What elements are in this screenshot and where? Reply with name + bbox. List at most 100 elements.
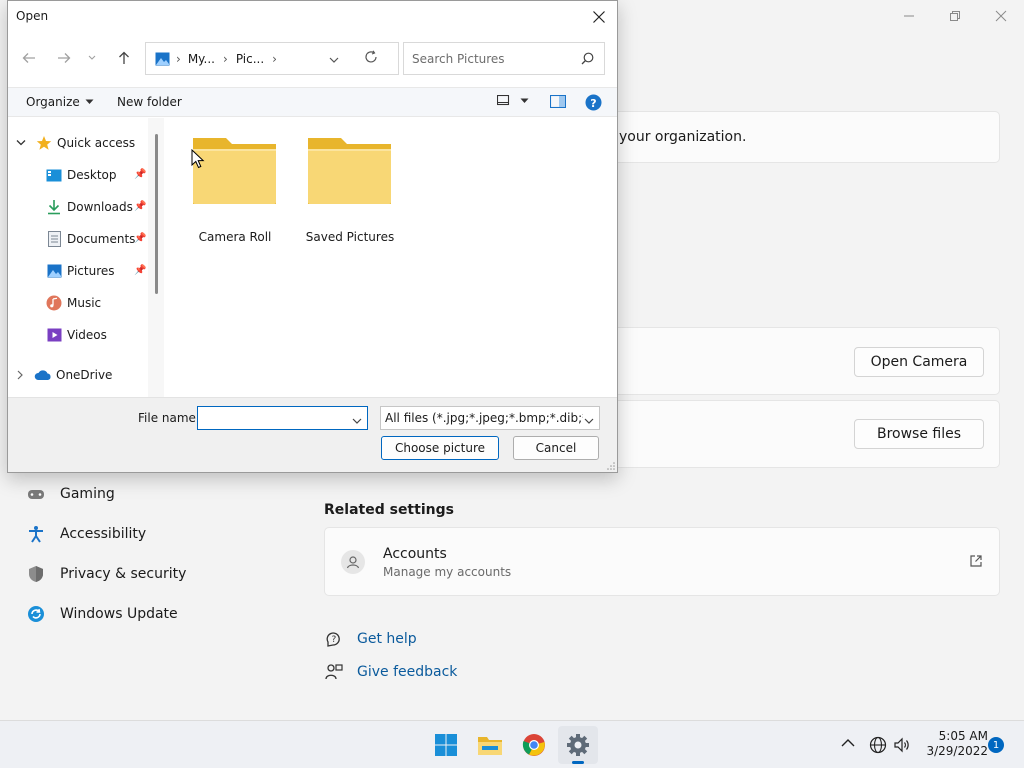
- give-feedback-link[interactable]: Give feedback: [324, 663, 457, 681]
- tree-item-desktop[interactable]: Desktop: [45, 164, 117, 186]
- chevron-down-icon: [329, 57, 339, 63]
- chevron-down-icon: [16, 140, 26, 146]
- tree-item-downloads[interactable]: Downloads: [45, 196, 133, 218]
- breadcrumb-pictures[interactable]: Pic...: [236, 52, 264, 66]
- close-icon: [995, 10, 1007, 22]
- folder-icon: [308, 138, 391, 204]
- file-name-input[interactable]: [202, 408, 347, 428]
- dialog-titlebar[interactable]: Open: [8, 1, 617, 33]
- tree-item-onedrive[interactable]: OneDrive: [16, 364, 112, 386]
- file-name-combobox[interactable]: [197, 406, 368, 430]
- close-icon: [593, 11, 605, 23]
- folder-item-saved-pictures[interactable]: Saved Pictures: [300, 136, 400, 244]
- tree-item-label: Downloads: [67, 200, 133, 214]
- preview-pane-icon: [549, 94, 567, 109]
- file-type-select[interactable]: All files (*.jpg;*.jpeg;*.bmp;*.dib;*.pn…: [380, 406, 600, 430]
- help-icon: ?: [585, 94, 602, 111]
- document-icon: [45, 231, 63, 247]
- organization-text: your organization.: [619, 129, 747, 145]
- arrow-up-icon: [119, 51, 129, 64]
- external-link-icon: [969, 554, 983, 572]
- accounts-card[interactable]: Accounts Manage my accounts: [324, 527, 1000, 596]
- search-input[interactable]: [412, 51, 577, 66]
- file-name-label: File name:: [138, 411, 200, 425]
- chrome-icon: [522, 734, 545, 756]
- network-icon[interactable]: [869, 736, 887, 758]
- minimize-button[interactable]: [886, 0, 932, 32]
- shield-icon: [26, 564, 46, 584]
- navigation-scrollbar[interactable]: [148, 118, 164, 397]
- forward-button[interactable]: [53, 47, 75, 69]
- address-dropdown-button[interactable]: [329, 53, 339, 67]
- choose-picture-button[interactable]: Choose picture: [381, 436, 499, 460]
- tree-item-videos[interactable]: Videos: [45, 324, 107, 346]
- taskbar-chrome[interactable]: [514, 726, 554, 764]
- recent-locations-button[interactable]: [85, 47, 99, 69]
- new-folder-button[interactable]: New folder: [117, 95, 182, 109]
- get-help-link[interactable]: ? Get help: [324, 630, 417, 648]
- minimize-icon: [904, 15, 914, 17]
- restore-button[interactable]: [932, 0, 978, 32]
- active-app-indicator: [572, 761, 584, 764]
- update-icon: [26, 604, 46, 624]
- music-icon: [45, 295, 63, 311]
- nav-item-accessibility[interactable]: Accessibility: [26, 519, 146, 549]
- show-hidden-icons-button[interactable]: [841, 737, 855, 752]
- dialog-footer: File name: All files (*.jpg;*.jpeg;*.bmp…: [8, 397, 617, 472]
- tree-item-quick-access[interactable]: Quick access: [16, 132, 135, 154]
- open-camera-button[interactable]: Open Camera: [854, 347, 984, 377]
- taskbar-settings[interactable]: [558, 726, 598, 764]
- tree-item-label: Desktop: [67, 168, 117, 182]
- search-box[interactable]: [403, 42, 605, 75]
- cancel-button[interactable]: Cancel: [513, 436, 599, 460]
- desktop-icon: [45, 167, 63, 183]
- file-list: Camera Roll Saved Pictures: [164, 118, 617, 397]
- dialog-title: Open: [16, 9, 49, 23]
- resize-grip-icon[interactable]: [607, 462, 615, 470]
- up-button[interactable]: [113, 47, 135, 69]
- chevron-down-icon: [88, 55, 96, 60]
- nav-item-windows-update[interactable]: Windows Update: [26, 599, 178, 629]
- pictures-location-icon: [155, 52, 170, 66]
- breadcrumb-my-pictures[interactable]: My...: [188, 52, 215, 66]
- settings-gear-icon: [567, 734, 589, 756]
- tree-item-label: OneDrive: [56, 368, 113, 382]
- help-button[interactable]: ?: [585, 94, 602, 114]
- notification-badge[interactable]: 1: [988, 737, 1004, 753]
- folder-icon: [193, 138, 276, 204]
- tree-item-pictures[interactable]: Pictures: [45, 260, 115, 282]
- tree-item-music[interactable]: Music: [45, 292, 101, 314]
- scrollbar-thumb[interactable]: [155, 134, 158, 294]
- svg-text:?: ?: [332, 635, 337, 645]
- organize-button[interactable]: Organize: [26, 95, 94, 109]
- gamepad-icon: [26, 484, 46, 504]
- back-button[interactable]: [18, 47, 40, 69]
- pictures-icon: [45, 263, 63, 279]
- chevron-down-icon: [352, 418, 362, 424]
- address-bar[interactable]: › My... › Pic... ›: [145, 42, 399, 75]
- browse-files-button[interactable]: Browse files: [854, 419, 984, 449]
- volume-icon[interactable]: [893, 736, 911, 758]
- taskbar-file-explorer[interactable]: [470, 726, 510, 764]
- tree-item-label: Pictures: [67, 264, 115, 278]
- dialog-close-button[interactable]: [585, 3, 613, 31]
- command-bar: Organize New folder ?: [8, 87, 617, 117]
- file-type-value: All files (*.jpg;*.jpeg;*.bmp;*.dib;*.pn…: [385, 411, 583, 425]
- clock[interactable]: 5:05 AM 3/29/2022: [918, 729, 988, 759]
- star-icon: [35, 135, 53, 151]
- close-window-button[interactable]: [978, 0, 1024, 32]
- nav-item-privacy[interactable]: Privacy & security: [26, 559, 186, 589]
- pin-icon: 📌: [134, 265, 147, 276]
- preview-pane-button[interactable]: [549, 94, 567, 111]
- refresh-button[interactable]: [364, 50, 378, 67]
- file-name-dropdown-button[interactable]: [352, 414, 362, 428]
- tree-item-documents[interactable]: Documents: [45, 228, 135, 250]
- nav-item-gaming[interactable]: Gaming: [26, 479, 115, 509]
- svg-text:?: ?: [590, 97, 596, 110]
- download-icon: [45, 199, 63, 215]
- change-view-button[interactable]: [497, 95, 529, 106]
- clock-date: 3/29/2022: [926, 744, 988, 758]
- address-row: › My... › Pic... ›: [8, 33, 617, 85]
- start-button[interactable]: [426, 726, 466, 764]
- file-type-dropdown-button[interactable]: [584, 414, 594, 428]
